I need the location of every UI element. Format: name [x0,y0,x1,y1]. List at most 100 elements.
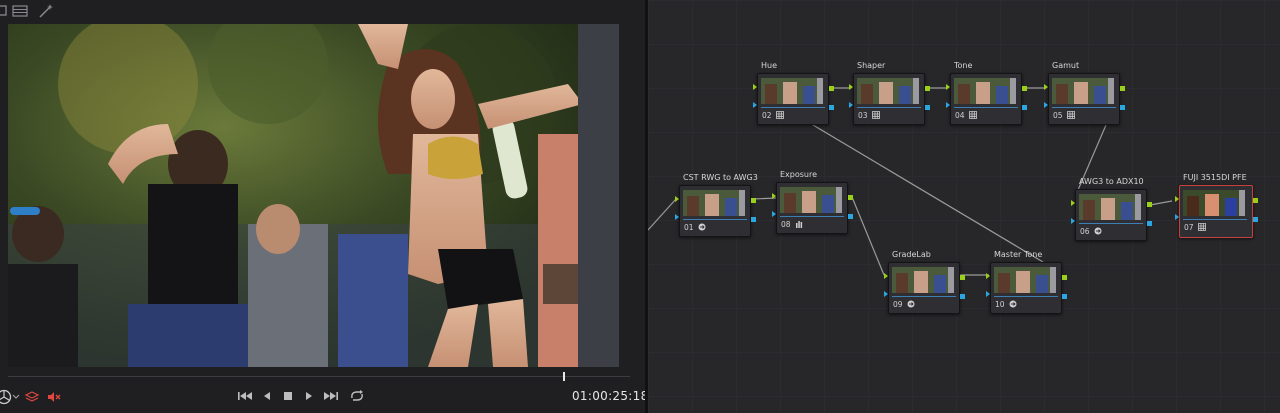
node-label: Exposure [780,170,818,179]
alpha-input-pin[interactable] [884,291,888,297]
alpha-input-pin[interactable] [986,291,990,297]
grid-icon [872,111,880,119]
node-awg3-to-adx10[interactable]: AWG3 to ADX10 06 [1071,177,1152,241]
node-number: 08 [781,220,791,229]
step-back-icon[interactable] [258,388,276,404]
node-label: CST RWG to AWG3 [683,173,758,182]
node-label: Tone [954,61,973,70]
node-bar [780,216,844,217]
rgb-input-pin[interactable] [849,84,856,90]
go-to-first-icon[interactable] [236,388,254,404]
node-shaper[interactable]: Shaper 03 [849,61,930,125]
alpha-input-pin[interactable] [1071,218,1075,224]
rgb-output-pin[interactable] [848,195,853,200]
rgb-output-pin[interactable] [1062,275,1067,280]
rgb-input-pin[interactable] [946,84,953,90]
playhead[interactable] [563,372,566,381]
rgb-input-pin[interactable] [753,84,760,90]
alpha-output-pin[interactable] [1120,105,1125,110]
node-thumbnail [1079,194,1141,220]
node-label: Gamut [1052,61,1080,70]
play-icon[interactable] [300,388,318,404]
rgb-input-pin[interactable] [1044,84,1051,90]
node-bar [761,107,825,108]
alpha-input-pin[interactable] [1044,102,1048,108]
alpha-input-pin[interactable] [946,102,950,108]
timeline-scrubber[interactable] [0,370,645,382]
transform-icon [907,300,915,308]
color-wheel-icon[interactable] [0,389,12,405]
rgb-output-pin[interactable] [925,86,930,91]
alpha-output-pin[interactable] [1253,217,1258,222]
node-hue[interactable]: Hue 02 [753,61,834,125]
alpha-output-pin[interactable] [960,294,965,299]
node-label: Shaper [857,61,886,70]
alpha-output-pin[interactable] [848,214,853,219]
alpha-output-pin[interactable] [925,105,930,110]
bars-icon [796,221,803,228]
alpha-output-pin[interactable] [1062,294,1067,299]
node-master-tone[interactable]: Master Tone 10 [986,250,1067,314]
transport-bar: 01:00:25:18 [0,384,648,413]
split-view-icon[interactable] [12,4,28,18]
rgb-output-pin[interactable] [1120,86,1125,91]
node-bar [857,107,921,108]
node-gradelab[interactable]: GradeLab 09 [884,250,965,314]
rgb-output-pin[interactable] [1022,86,1027,91]
grid-icon [1198,223,1206,231]
scrub-track[interactable] [8,376,630,377]
node-number: 03 [858,111,868,120]
rgb-input-pin[interactable] [1071,200,1078,206]
alpha-input-pin[interactable] [675,214,679,220]
link-awg3-fuji [1149,200,1173,206]
alpha-output-pin[interactable] [751,217,756,222]
viewer-options-icon[interactable] [0,4,12,18]
node-thumbnail [683,190,745,216]
node-bar [954,107,1018,108]
video-frame [8,24,619,367]
node-tone[interactable]: Tone 04 [946,61,1027,125]
link-exposure-gradelab [851,196,885,276]
stop-icon[interactable] [279,388,297,404]
node-cst-rwg-to-awg3[interactable]: CST RWG to AWG3 01 [675,173,758,237]
rgb-output-pin[interactable] [1147,202,1152,207]
rgb-output-pin[interactable] [751,198,756,203]
node-thumbnail [994,267,1056,293]
viewer-toolbar [0,0,645,23]
node-bar [1183,219,1247,220]
node-exposure[interactable]: Exposure 08 [772,170,853,234]
alpha-input-pin[interactable] [753,102,757,108]
node-label: AWG3 to ADX10 [1079,177,1144,186]
node-gamut[interactable]: Gamut 05 [1044,61,1125,125]
node-fuji-3515di-pfe[interactable]: FUJI 3515DI PFE 07 [1175,173,1258,238]
rgb-output-pin[interactable] [960,275,965,280]
node-thumbnail [1183,190,1245,216]
rgb-output-pin[interactable] [1253,198,1258,203]
node-number: 10 [995,300,1005,309]
node-number: 05 [1053,111,1063,120]
mute-icon[interactable] [46,389,62,405]
rgb-output-pin[interactable] [829,86,834,91]
alpha-output-pin[interactable] [1022,105,1027,110]
alpha-input-pin[interactable] [1175,214,1179,220]
node-thumbnail [780,187,842,213]
alpha-input-pin[interactable] [849,102,853,108]
rgb-input-pin[interactable] [986,273,993,279]
node-label: FUJI 3515DI PFE [1183,173,1247,182]
alpha-output-pin[interactable] [1147,221,1152,226]
magic-wand-icon[interactable] [38,4,54,18]
loop-icon[interactable] [348,388,366,404]
node-number: 02 [762,111,772,120]
node-number: 09 [893,300,903,309]
alpha-output-pin[interactable] [829,105,834,110]
rgb-input-pin[interactable] [1175,196,1182,202]
grid-icon [776,111,784,119]
rgb-input-pin[interactable] [884,273,891,279]
alpha-input-pin[interactable] [772,211,776,217]
grid-icon [969,111,977,119]
rgb-input-pin[interactable] [675,196,682,202]
chevron-down-icon[interactable] [12,394,20,400]
layers-icon[interactable] [24,389,40,405]
rgb-input-pin[interactable] [772,193,779,199]
go-to-last-icon[interactable] [322,388,340,404]
